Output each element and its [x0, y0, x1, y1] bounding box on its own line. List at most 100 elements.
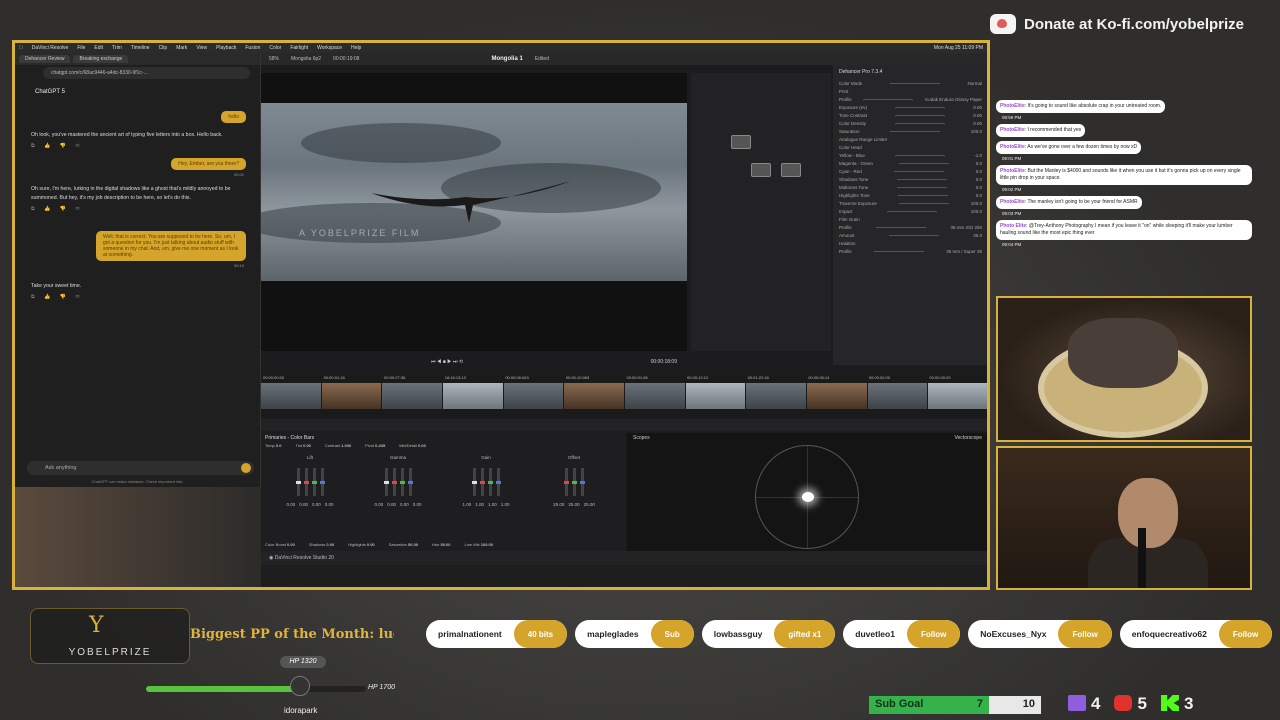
wheel-bar[interactable]: [311, 468, 317, 496]
inspector-value[interactable]: 0.00: [973, 121, 982, 126]
inspector-value[interactable]: 100.0: [971, 201, 982, 206]
timeline-clip[interactable]: [503, 383, 564, 409]
pivot-value[interactable]: 0.435: [375, 443, 385, 448]
address-bar[interactable]: chatgpt.com/c/68ac9446-a4dc-8330-9f1c-..…: [43, 67, 250, 79]
wheel-value[interactable]: 0.00: [312, 502, 321, 507]
inspector-slider[interactable]: [889, 82, 940, 84]
wheel-value[interactable]: 0.00: [387, 502, 396, 507]
inspector-value[interactable]: -1.0: [974, 153, 982, 158]
inspector-value[interactable]: 0.0: [976, 185, 982, 190]
inspector-row[interactable]: Profile Kodak Endura Glossy Paper: [839, 95, 982, 103]
clip-strip[interactable]: [261, 383, 987, 409]
browser-tab[interactable]: Dehancer Review: [19, 55, 71, 63]
inspector-slider[interactable]: [893, 170, 944, 172]
wheel-value[interactable]: 0.00: [400, 502, 409, 507]
node-3[interactable]: [781, 163, 801, 177]
voice-send-icon[interactable]: [241, 463, 251, 473]
inspector-value[interactable]: 0.0: [976, 177, 982, 182]
inspector-row[interactable]: Shadows Tone 0.0: [839, 175, 982, 183]
inspector-value[interactable]: 0.0: [976, 193, 982, 198]
inspector-row[interactable]: Halation: [839, 239, 982, 247]
inspector-row[interactable]: Magenta - Green 0.0: [839, 159, 982, 167]
wheel-bar[interactable]: [303, 468, 309, 496]
timeline-clip[interactable]: [746, 383, 807, 409]
inspector-row[interactable]: Traverse Exposure 100.0: [839, 199, 982, 207]
wheel-bar[interactable]: [579, 468, 585, 496]
inspector-slider[interactable]: [897, 194, 948, 196]
lummix-value[interactable]: 100.00: [481, 542, 493, 547]
inspector-value[interactable]: 0.00: [973, 113, 982, 118]
color-boost-value[interactable]: 0.00: [287, 542, 295, 547]
wheel-bars[interactable]: [539, 466, 609, 496]
menu-color[interactable]: Color: [269, 45, 281, 51]
menu-view[interactable]: View: [196, 45, 207, 51]
inspector-row[interactable]: Film Grain: [839, 215, 982, 223]
video-viewer[interactable]: A YOBELPRIZE FILM ⏮ ◀ ■ ▶ ⏭ ⟲ 00:00:18:0…: [261, 73, 687, 365]
inspector-value[interactable]: 100.0: [971, 129, 982, 134]
timeline-clip[interactable]: [382, 383, 443, 409]
inspector-value[interactable]: 0.0: [976, 161, 982, 166]
inspector-slider[interactable]: [888, 234, 939, 236]
node-1[interactable]: [731, 135, 751, 149]
inspector-row[interactable]: Color Density 0.00: [839, 119, 982, 127]
wheel-bar[interactable]: [383, 468, 389, 496]
message-actions[interactable]: ⧉ 👍 👎 ⟲: [15, 203, 260, 215]
inspector-slider[interactable]: [886, 210, 937, 212]
clip-timeline[interactable]: 00:00:00:00 00:00:01:18 00:00:27:36 16:16:1…: [261, 375, 987, 417]
inspector-slider[interactable]: [899, 162, 950, 164]
menu-timeline[interactable]: Timeline: [131, 45, 150, 51]
menu-workspace[interactable]: Workspace: [317, 45, 342, 51]
inspector-value[interactable]: 100.0: [971, 209, 982, 214]
inspector-slider[interactable]: [894, 122, 945, 124]
color-wheel-gamma[interactable]: Gamma 0.00 0.00 0.00 0.00: [363, 455, 433, 507]
color-toolbar[interactable]: [261, 419, 987, 431]
inspector-value[interactable]: 0.0: [976, 169, 982, 174]
message-actions[interactable]: ⧉ 👍 👎 ⟲: [15, 140, 260, 152]
wheel-value[interactable]: 1.00: [488, 502, 497, 507]
transport-icons[interactable]: ⏮ ◀ ■ ▶ ⏭ ⟲: [431, 359, 463, 365]
wheel-bars[interactable]: [275, 466, 345, 496]
inspector-row[interactable]: Yellow - Blue -1.0: [839, 151, 982, 159]
inspector-slider[interactable]: [896, 186, 947, 188]
menu-trim[interactable]: Trim: [112, 45, 122, 51]
timeline-clip[interactable]: [564, 383, 625, 409]
inspector-row[interactable]: Highlights Tone 0.0: [839, 191, 982, 199]
wheel-value[interactable]: 0.00: [413, 502, 422, 507]
temp-value[interactable]: 0.0: [276, 443, 282, 448]
wheel-value[interactable]: 0.00: [374, 502, 383, 507]
menu-fairlight[interactable]: Fairlight: [290, 45, 308, 51]
wheel-value[interactable]: 25.00: [553, 502, 564, 507]
inspector-row[interactable]: Profile 35 mm / Super 35: [839, 247, 982, 255]
middetail-value[interactable]: 0.00: [418, 443, 426, 448]
inspector-value[interactable]: 35 mm ISO 250: [950, 225, 982, 230]
inspector-row[interactable]: Saturation 100.0: [839, 127, 982, 135]
shadows-value[interactable]: 0.00: [326, 542, 334, 547]
wheel-bars[interactable]: [363, 466, 433, 496]
inspector-row[interactable]: Tone Contrast 0.00: [839, 111, 982, 119]
wheel-value[interactable]: 0.00: [325, 502, 334, 507]
tint-value[interactable]: 0.00: [303, 443, 311, 448]
menu-edit[interactable]: Edit: [94, 45, 103, 51]
hue-value[interactable]: 50.00: [441, 542, 451, 547]
inspector-row[interactable]: Midtones Tone 0.0: [839, 183, 982, 191]
scope-type-select[interactable]: Vectorscope: [954, 435, 982, 441]
zoom-level[interactable]: 58%: [269, 56, 279, 62]
wheel-value[interactable]: 0.00: [286, 502, 295, 507]
wheel-value[interactable]: 1.00: [462, 502, 471, 507]
menu-app[interactable]: DaVinci Resolve: [32, 45, 69, 51]
wheel-bar[interactable]: [487, 468, 493, 496]
inspector-slider[interactable]: [895, 106, 946, 108]
transport-controls[interactable]: ⏮ ◀ ■ ▶ ⏭ ⟲ 00:00:18:09: [261, 359, 687, 369]
timeline-clip[interactable]: [261, 383, 321, 409]
highlights-value[interactable]: 0.00: [367, 542, 375, 547]
wheel-bar[interactable]: [495, 468, 501, 496]
menubar-clock[interactable]: Mon Aug 25 11:09 PM: [934, 45, 983, 51]
inspector-row[interactable]: Color Mode Normal: [839, 79, 982, 87]
menu-help[interactable]: Help: [351, 45, 361, 51]
menu-fusion[interactable]: Fusion: [245, 45, 260, 51]
timeline-name[interactable]: Mongolia 6p2: [291, 56, 321, 62]
timeline-clip[interactable]: [685, 383, 746, 409]
inspector-slider[interactable]: [898, 202, 949, 204]
timeline-clip[interactable]: [867, 383, 928, 409]
wheel-bar[interactable]: [563, 468, 569, 496]
